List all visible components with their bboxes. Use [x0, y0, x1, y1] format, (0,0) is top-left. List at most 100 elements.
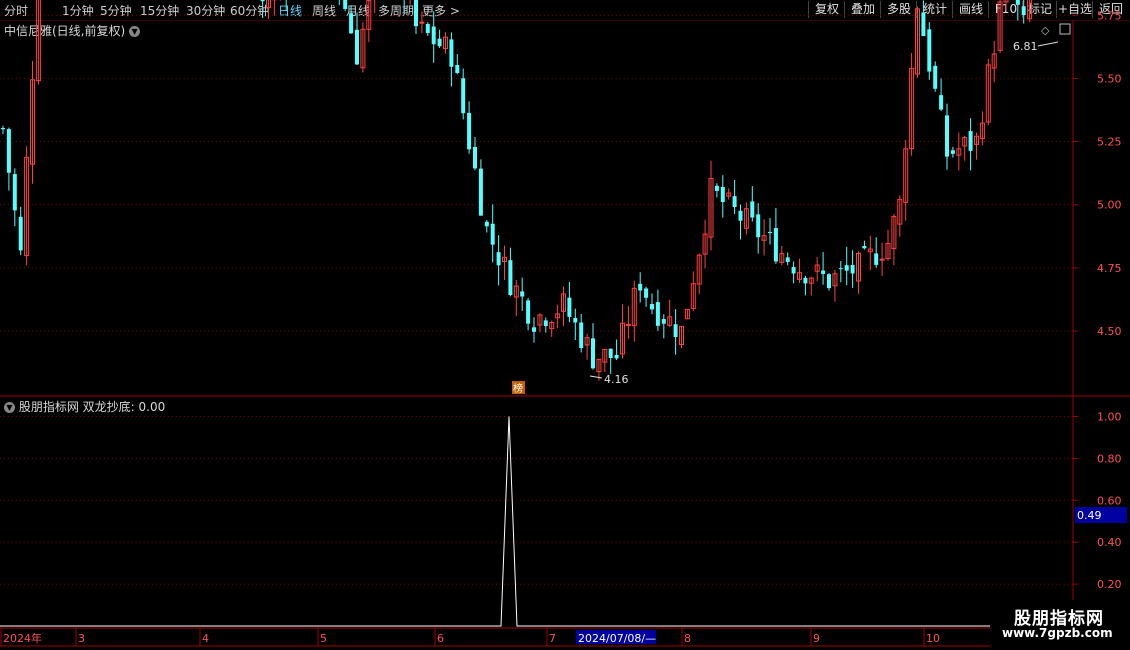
candle-body — [496, 252, 501, 266]
candle-body — [927, 29, 932, 72]
indicator-tick-label: 1.00 — [1097, 411, 1122, 424]
candle-body — [625, 323, 631, 326]
candle-body — [638, 283, 643, 291]
candle-body — [661, 319, 666, 324]
candle-body — [490, 223, 495, 245]
indicator-line — [0, 416, 1073, 627]
candle-body — [950, 150, 955, 154]
candle-body — [879, 258, 885, 261]
candle-body — [933, 65, 938, 89]
candle-body — [567, 297, 572, 317]
candle-body — [419, 21, 425, 24]
candle-body — [425, 23, 430, 33]
chart-canvas[interactable]: 6.506.256.005.755.505.255.004.754.501.00… — [0, 0, 1130, 650]
candle-body — [1, 127, 5, 130]
time-label: 4 — [202, 632, 209, 645]
candle-body — [768, 231, 772, 233]
time-label: 3 — [78, 632, 85, 645]
candle-body — [449, 39, 454, 67]
candle-body — [738, 210, 743, 221]
candle-body — [355, 29, 359, 65]
candle-body — [526, 300, 531, 324]
indicator-tick-label: 0.40 — [1097, 536, 1122, 549]
candle-body — [508, 260, 513, 296]
candle-body — [614, 354, 619, 359]
price-tick-label: 5.25 — [1097, 136, 1122, 149]
candle-body — [1015, 0, 1020, 5]
low-price-label: 4.16 — [604, 373, 629, 386]
candle-body — [467, 112, 472, 150]
candle-body — [655, 302, 660, 326]
candle-body — [543, 320, 548, 326]
time-label: 2024年 — [3, 631, 42, 645]
watermark-url: www.7gpzb.com — [1002, 626, 1113, 640]
time-label: 8 — [684, 632, 691, 645]
high-price-arrow — [1037, 41, 1059, 47]
candle-body — [12, 174, 17, 211]
candle-body — [414, 0, 418, 27]
candle-body — [532, 327, 536, 332]
indicator-tick-label: 0.80 — [1097, 452, 1122, 465]
time-label: 6 — [437, 632, 444, 645]
time-label: 10 — [926, 632, 940, 645]
price-tick-label: 4.75 — [1097, 262, 1122, 275]
diamond-icon: ◇ — [1041, 24, 1050, 37]
candle-body — [461, 78, 466, 114]
candle-body — [343, 0, 348, 9]
candle-body — [874, 253, 879, 265]
price-tick-label: 5.00 — [1097, 199, 1122, 212]
candle-body — [850, 264, 855, 274]
candle-body — [573, 317, 578, 323]
candle-body — [579, 322, 584, 348]
candle-body — [821, 270, 826, 274]
candle-body — [349, 13, 354, 34]
candle-body — [437, 38, 442, 47]
indicator-tick-label: 0.60 — [1097, 494, 1122, 507]
candle-body — [939, 95, 944, 110]
candle-body — [803, 277, 808, 284]
candle-body — [773, 228, 778, 262]
high-price-label: 6.81 — [1013, 40, 1038, 53]
candle-body — [720, 187, 725, 203]
candle-body — [968, 131, 973, 151]
low-price-arrow — [589, 375, 603, 379]
rank-badge: 榜 — [513, 382, 523, 395]
candle-body — [608, 348, 613, 358]
time-label: 5 — [320, 632, 327, 645]
candle-body — [644, 288, 649, 298]
candle-body — [756, 214, 761, 238]
candle-body — [827, 274, 831, 289]
candle-body — [431, 26, 436, 45]
candle-body — [591, 338, 595, 369]
candle-body — [484, 221, 489, 227]
candle-body — [1021, 6, 1026, 16]
cursor-date: 2024/07/08/— — [578, 632, 656, 645]
candle-body — [838, 268, 843, 270]
candle-body — [732, 196, 737, 208]
candle-body — [862, 245, 867, 249]
price-tick-label: 5.75 — [1097, 9, 1122, 22]
candle-body — [673, 324, 678, 338]
candle-body — [455, 65, 460, 74]
candle-body — [6, 129, 11, 173]
cursor-value: 0.49 — [1077, 509, 1102, 522]
candle-body — [844, 265, 849, 271]
candle-body — [18, 216, 23, 251]
candle-body — [785, 257, 790, 262]
time-label: 7 — [549, 632, 556, 645]
price-tick-label: 4.50 — [1097, 325, 1122, 338]
panel-toggle-icon — [1059, 23, 1071, 35]
indicator-tick-label: 0.20 — [1097, 578, 1122, 591]
price-tick-label: 5.50 — [1097, 72, 1122, 85]
candle-body — [260, 0, 265, 2]
candle-body — [520, 291, 525, 297]
candle-body — [791, 267, 796, 274]
time-label: 9 — [813, 632, 820, 645]
candle-body — [478, 168, 483, 216]
candle-body — [473, 146, 477, 169]
candle-body — [921, 12, 926, 37]
candle-body — [750, 201, 755, 218]
candle-body — [945, 115, 949, 157]
candle-body — [714, 185, 719, 191]
candle-body — [650, 304, 654, 310]
